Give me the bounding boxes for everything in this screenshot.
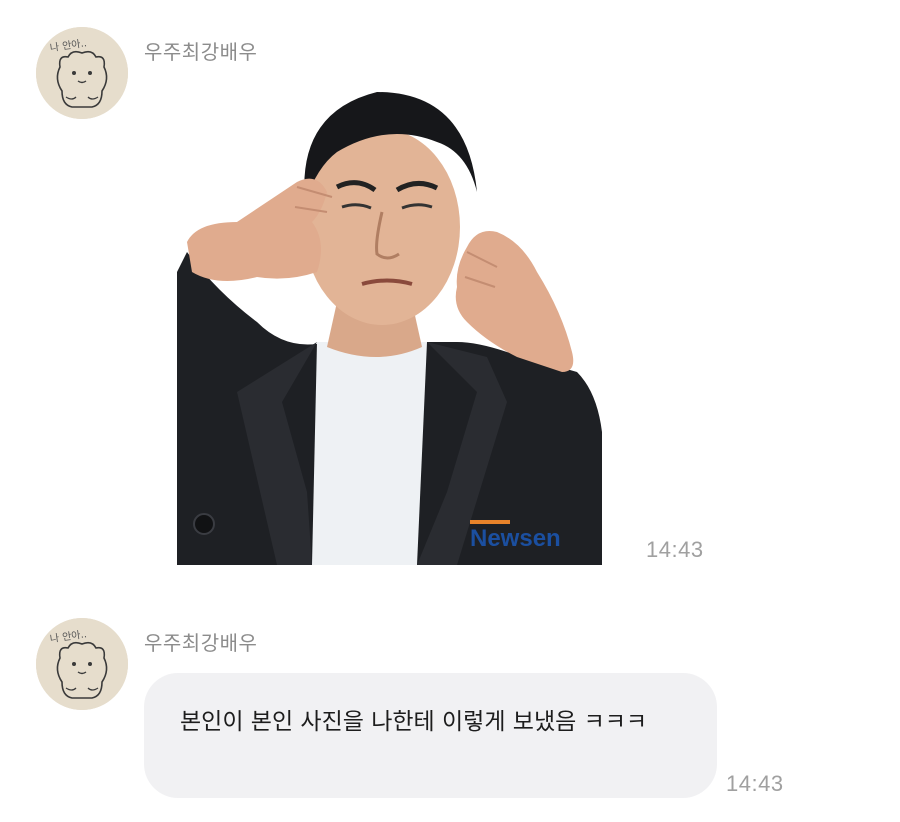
hamster-drawing-avatar-icon: 나 안아.. [36,618,128,710]
timestamp: 14:43 [726,771,784,796]
avatar[interactable]: 나 안아.. [36,618,128,710]
image-message[interactable]: Newsen [177,72,602,565]
message-text: 본인이 본인 사진을 나한테 이렇게 보냈음 ㅋㅋㅋ [180,709,648,735]
message-bubble[interactable]: 본인이 본인 사진을 나한테 이렇게 보냈음 ㅋㅋㅋ [144,673,717,798]
watermark: Newsen [470,525,561,552]
photo: Newsen [177,72,602,565]
hamster-drawing-avatar-icon: 나 안아.. [36,27,128,119]
timestamp: 14:43 [646,537,704,562]
sender-name: 우주최강배우 [144,631,258,655]
sender-name: 우주최강배우 [144,40,258,64]
avatar[interactable]: 나 안아.. [36,27,128,119]
